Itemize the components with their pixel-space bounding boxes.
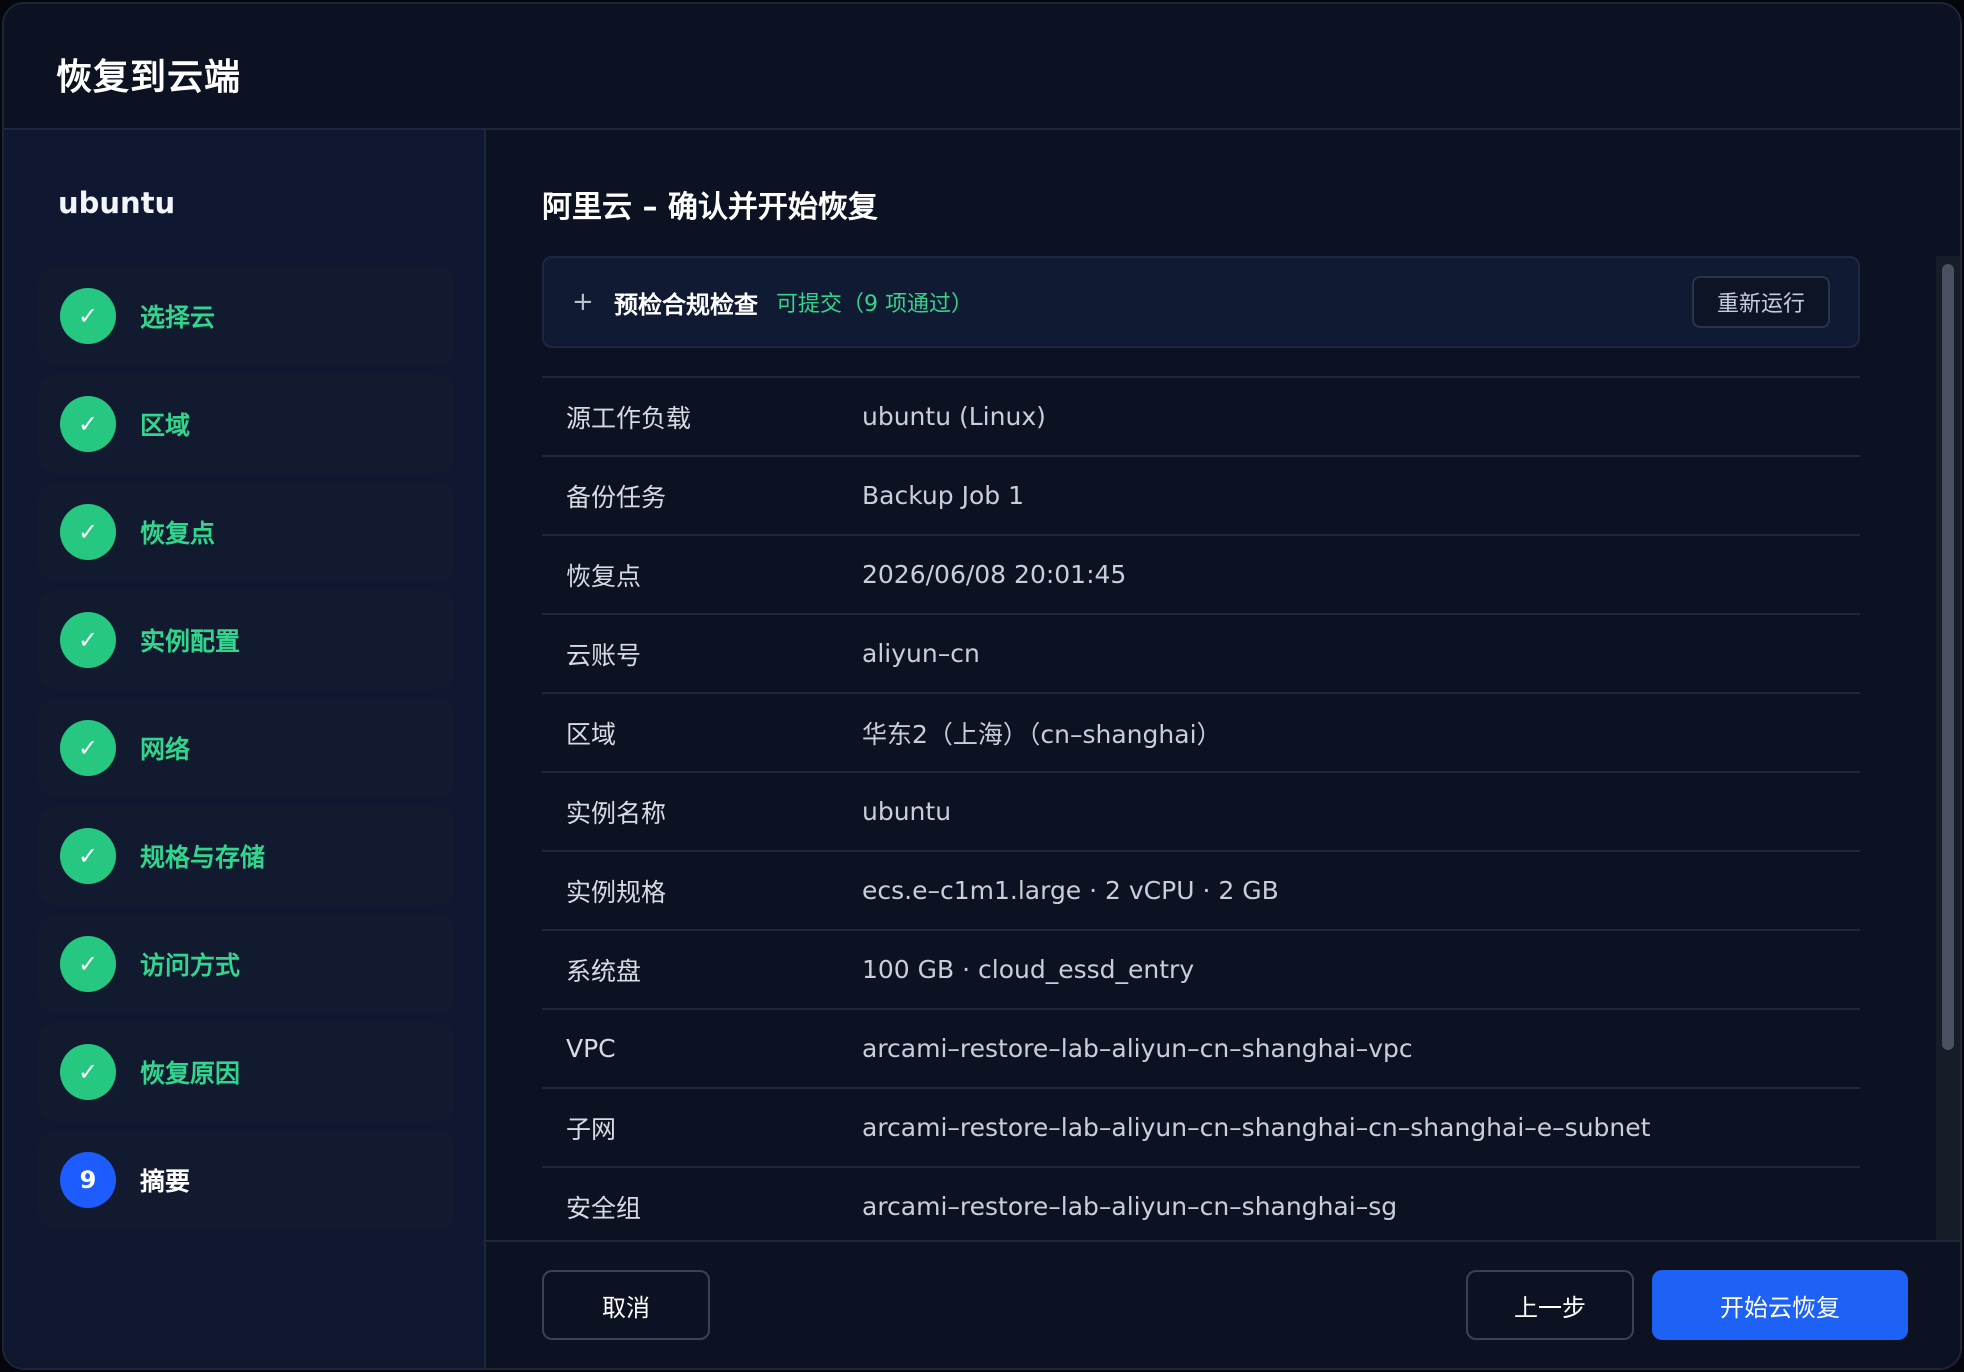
- summary-key: 备份任务: [566, 482, 667, 512]
- step-label: 摘要: [140, 1167, 191, 1196]
- summary-key: 源工作负载: [566, 403, 692, 433]
- summary-key: VPC: [566, 1034, 616, 1063]
- step-label: 网络: [140, 735, 191, 764]
- scrollbar-thumb[interactable]: [1942, 264, 1954, 1050]
- summary-row: 区域 华东2（上海）（cn–shanghai）: [542, 694, 1860, 773]
- summary-row: 源工作负载 ubuntu (Linux): [542, 378, 1860, 457]
- check-icon: ✓: [60, 288, 116, 344]
- summary-key: 恢复点: [566, 561, 642, 591]
- summary-row: 恢复点 2026/06/08 20:01:45: [542, 536, 1860, 615]
- step-label: 实例配置: [140, 627, 241, 656]
- previous-step-button[interactable]: 上一步: [1466, 1270, 1634, 1340]
- summary-value: 华东2（上海）（cn–shanghai）: [862, 719, 1222, 749]
- summary-value: ecs.e–c1m1.large · 2 vCPU · 2 GB: [862, 876, 1279, 905]
- wizard-step[interactable]: ✓ 恢复点: [38, 482, 454, 582]
- summary-value: 2026/06/08 20:01:45: [862, 560, 1127, 589]
- step-label: 选择云: [140, 303, 216, 332]
- check-icon: ✓: [60, 612, 116, 668]
- step-label: 区域: [140, 411, 191, 440]
- summary-row: 实例名称 ubuntu: [542, 773, 1860, 852]
- check-icon: ✓: [60, 1044, 116, 1100]
- summary-row: 备份任务 Backup Job 1: [542, 457, 1860, 536]
- restore-to-cloud-dialog: 恢复到云端 ubuntu ✓ 选择云 ✓ 区域 ✓ 恢复点 ✓ 实例配置 ✓ 网络 ✓ 规格与存储 ✓ 访…: [2, 2, 1962, 1370]
- step-label: 恢复原因: [140, 1059, 241, 1088]
- wizard-sidebar: ubuntu ✓ 选择云 ✓ 区域 ✓ 恢复点 ✓ 实例配置 ✓ 网络 ✓ 规格与存储 ✓ 访问方式 ✓ 恢复…: [4, 130, 486, 1368]
- summary-value: arcami–restore–lab–aliyun–cn–shanghai–cn…: [862, 1113, 1651, 1142]
- summary-key: 实例规格: [566, 877, 667, 907]
- summary-value: 100 GB · cloud_essd_entry: [862, 955, 1195, 984]
- check-icon: ✓: [60, 720, 116, 776]
- wizard-step[interactable]: ✓ 区域: [38, 374, 454, 474]
- step-label: 恢复点: [140, 519, 216, 548]
- summary-key: 安全组: [566, 1193, 642, 1223]
- wizard-step[interactable]: ✓ 恢复原因: [38, 1022, 454, 1122]
- precheck-panel: + 预检合规检查 可提交（9 项通过） 重新运行: [542, 256, 1860, 348]
- wizard-step[interactable]: ✓ 规格与存储: [38, 806, 454, 906]
- summary-key: 实例名称: [566, 798, 667, 828]
- summary-value: ubuntu (Linux): [862, 402, 1046, 431]
- precheck-label: 预检合规检查: [614, 290, 758, 319]
- summary-panel: 阿里云 – 确认并开始恢复 + 预检合规检查 可提交（9 项通过） 重新运行 源…: [486, 130, 1960, 1368]
- dialog-title: 恢复到云端: [56, 57, 242, 98]
- wizard-step[interactable]: 9 摘要: [38, 1130, 454, 1230]
- summary-details-table: 源工作负载 ubuntu (Linux) 备份任务 Backup Job 1 恢复点 20…: [542, 376, 1860, 1247]
- summary-row: 安全组 arcami–restore–lab–aliyun–cn–shanghai…: [542, 1168, 1860, 1247]
- step-label: 规格与存储: [140, 843, 266, 872]
- dialog-footer: 取消 上一步 开始云恢复: [486, 1240, 1960, 1368]
- wizard-step[interactable]: ✓ 网络: [38, 698, 454, 798]
- check-icon: ✓: [60, 936, 116, 992]
- summary-key: 系统盘: [566, 956, 642, 986]
- summary-value: aliyun–cn: [862, 639, 980, 668]
- summary-key: 云账号: [566, 640, 642, 670]
- step-number-badge: 9: [60, 1152, 116, 1208]
- expand-icon[interactable]: +: [572, 287, 602, 317]
- start-cloud-restore-button[interactable]: 开始云恢复: [1652, 1270, 1908, 1340]
- step-label: 访问方式: [140, 951, 241, 980]
- check-icon: ✓: [60, 828, 116, 884]
- check-icon: ✓: [60, 504, 116, 560]
- summary-key: 子网: [566, 1114, 617, 1144]
- dialog-header: 恢复到云端: [4, 4, 1960, 130]
- summary-value: arcami–restore–lab–aliyun–cn–shanghai–sg: [862, 1192, 1398, 1221]
- summary-row: 云账号 aliyun–cn: [542, 615, 1860, 694]
- summary-row: VPC arcami–restore–lab–aliyun–cn–shanghai…: [542, 1010, 1860, 1089]
- wizard-step[interactable]: ✓ 实例配置: [38, 590, 454, 690]
- wizard-steps: ✓ 选择云 ✓ 区域 ✓ 恢复点 ✓ 实例配置 ✓ 网络 ✓ 规格与存储 ✓ 访问方式 ✓ 恢复原因 9 摘要: [38, 266, 454, 1238]
- summary-row: 子网 arcami–restore–lab–aliyun–cn–shanghai–…: [542, 1089, 1860, 1168]
- wizard-step[interactable]: ✓ 选择云: [38, 266, 454, 366]
- page-title: 阿里云 – 确认并开始恢复: [542, 190, 878, 225]
- summary-row: 系统盘 100 GB · cloud_essd_entry: [542, 931, 1860, 1010]
- cancel-button[interactable]: 取消: [542, 1270, 710, 1340]
- summary-key: 区域: [566, 719, 617, 749]
- summary-value: Backup Job 1: [862, 481, 1024, 510]
- summary-value: ubuntu: [862, 797, 952, 826]
- check-icon: ✓: [60, 396, 116, 452]
- summary-value: arcami–restore–lab–aliyun–cn–shanghai–vp…: [862, 1034, 1413, 1063]
- scrollbar[interactable]: [1936, 256, 1960, 1240]
- precheck-status: 可提交（9 项通过）: [776, 292, 973, 317]
- rerun-button[interactable]: 重新运行: [1692, 276, 1830, 328]
- summary-row: 实例规格 ecs.e–c1m1.large · 2 vCPU · 2 GB: [542, 852, 1860, 931]
- workload-name: ubuntu: [58, 186, 176, 220]
- wizard-step[interactable]: ✓ 访问方式: [38, 914, 454, 1014]
